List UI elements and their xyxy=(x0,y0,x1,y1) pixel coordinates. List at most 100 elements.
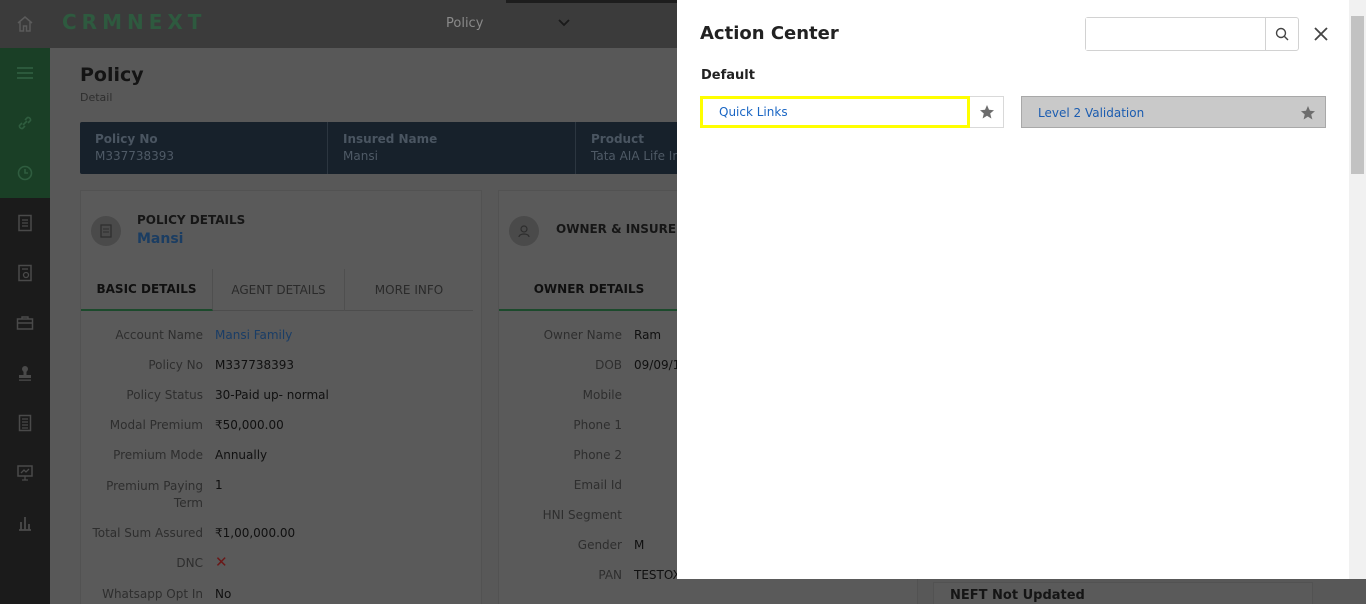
neft-status-text: NEFT Not Updated xyxy=(950,588,1085,603)
bar-chart-icon xyxy=(19,517,31,531)
field-value: TESTOX xyxy=(634,568,681,582)
summary-strip: Policy No M337738393 Insured Name Mansi … xyxy=(80,122,700,174)
close-icon: ✕ xyxy=(215,553,228,571)
field-label: Policy Status xyxy=(126,388,203,402)
home-button[interactable] xyxy=(0,0,50,48)
action-search xyxy=(1085,17,1299,51)
page-subtitle: Detail xyxy=(80,91,113,104)
level-2-validation-button[interactable]: Level 2 Validation xyxy=(1022,97,1144,129)
policy-card-tabs: BASIC DETAILS AGENT DETAILS MORE INFO xyxy=(81,269,473,311)
page-title: Policy xyxy=(80,64,144,86)
field-value: Annually xyxy=(215,448,268,462)
nav-records[interactable] xyxy=(0,398,50,448)
field-premium-mode: Premium Mode Annually xyxy=(81,448,267,462)
field-label: Phone 1 xyxy=(573,418,622,432)
field-value: M xyxy=(634,538,645,552)
section-label-default: Default xyxy=(701,68,755,83)
strip-label: Product xyxy=(591,132,644,146)
tab-basic-details[interactable]: BASIC DETAILS xyxy=(81,269,213,311)
field-value: ₹50,000.00 xyxy=(215,418,284,432)
strip-value: M337738393 xyxy=(95,149,175,163)
nav-cases[interactable] xyxy=(0,298,50,348)
field-dob: DOB 09/09/1 xyxy=(499,358,680,372)
favorite-level-2-validation[interactable] xyxy=(1291,97,1325,129)
policy-card-heading: POLICY DETAILS xyxy=(137,213,246,227)
field-account-name: Account Name Mansi Family xyxy=(81,328,292,342)
nav-menu[interactable] xyxy=(0,48,50,98)
field-modal-premium: Modal Premium ₹50,000.00 xyxy=(81,418,284,432)
field-value: Ram xyxy=(634,328,662,342)
nav-links[interactable] xyxy=(0,98,50,148)
field-value: 30-Paid up- normal xyxy=(215,388,329,402)
report-icon xyxy=(18,264,32,282)
field-value: 09/09/1 xyxy=(634,358,681,372)
document-icon xyxy=(18,214,32,232)
field-label: PAN xyxy=(598,568,622,582)
presentation-icon xyxy=(17,465,33,481)
field-dnc: DNC ✕ xyxy=(81,553,228,571)
stamp-icon xyxy=(19,366,31,381)
field-label: Policy No xyxy=(148,358,203,372)
action-item-level-2-validation: Level 2 Validation xyxy=(1021,96,1326,128)
field-total-sum-assured: Total Sum Assured ₹1,00,000.00 xyxy=(81,526,295,540)
search-button[interactable] xyxy=(1265,18,1298,50)
ledger-icon xyxy=(18,414,32,432)
field-label: Gender xyxy=(577,538,622,552)
document-icon xyxy=(100,224,112,238)
star-icon xyxy=(1301,106,1315,120)
star-icon xyxy=(979,105,994,119)
nav-presentations[interactable] xyxy=(0,448,50,498)
tab-agent-details[interactable]: AGENT DETAILS xyxy=(213,269,345,311)
quick-links-button[interactable]: Quick Links xyxy=(700,96,970,128)
field-owner-name: Owner Name Ram xyxy=(499,328,662,342)
search-icon xyxy=(1275,27,1289,41)
link-icon xyxy=(18,116,32,130)
field-pan: PAN TESTOX xyxy=(499,568,681,582)
tab-owner-details[interactable]: OWNER DETAILS xyxy=(499,269,679,311)
field-label: Total Sum Assured xyxy=(92,526,203,540)
policy-details-card: POLICY DETAILS Mansi BASIC DETAILS AGENT… xyxy=(80,190,482,604)
field-premium-paying-term: Premium Paying Term 1 xyxy=(81,478,223,512)
strip-policy-no: Policy No M337738393 xyxy=(80,122,328,174)
field-value[interactable]: Mansi Family xyxy=(215,328,292,342)
strip-value: Tata AIA Life In xyxy=(591,149,680,163)
field-label: Owner Name xyxy=(543,328,622,342)
field-value: ₹1,00,000.00 xyxy=(215,526,296,540)
briefcase-icon xyxy=(16,316,34,330)
nav-history[interactable] xyxy=(0,148,50,198)
field-phone-2: Phone 2 xyxy=(499,448,634,462)
action-center-drawer: Action Center Default Quick Links Level … xyxy=(677,0,1349,579)
close-button[interactable] xyxy=(1309,22,1333,46)
field-label: Premium Mode xyxy=(113,448,203,462)
field-label: Email Id xyxy=(573,478,622,492)
action-search-input[interactable] xyxy=(1086,18,1265,50)
policy-card-name[interactable]: Mansi xyxy=(137,231,183,247)
user-icon xyxy=(518,225,530,238)
field-label: DOB xyxy=(595,358,622,372)
field-label: Premium Paying Term xyxy=(106,479,203,510)
field-value: 1 xyxy=(215,478,223,492)
field-policy-status: Policy Status 30-Paid up- normal xyxy=(81,388,329,402)
history-icon xyxy=(17,165,33,181)
nav-approvals[interactable] xyxy=(0,348,50,398)
field-hni-segment: HNI Segment xyxy=(499,508,634,522)
strip-label: Insured Name xyxy=(343,132,438,146)
drawer-scrollbar[interactable] xyxy=(1349,0,1366,579)
scrollbar-thumb[interactable] xyxy=(1351,16,1364,174)
field-phone-1: Phone 1 xyxy=(499,418,634,432)
side-nav xyxy=(0,48,50,604)
neft-status-panel: NEFT Not Updated xyxy=(933,582,1313,604)
topbar-accent-line xyxy=(506,0,678,3)
nav-documents[interactable] xyxy=(0,198,50,248)
owner-card-icon xyxy=(509,216,539,246)
nav-reports[interactable] xyxy=(0,248,50,298)
owner-card-heading: OWNER & INSURED I xyxy=(556,222,695,236)
tab-more-info[interactable]: MORE INFO xyxy=(345,269,473,311)
field-mobile: Mobile xyxy=(499,388,634,402)
field-gender: Gender M xyxy=(499,538,645,552)
field-email-id: Email Id xyxy=(499,478,634,492)
module-select[interactable]: Policy xyxy=(436,6,582,40)
nav-analytics[interactable] xyxy=(0,498,50,548)
field-policy-no: Policy No M337738393 xyxy=(81,358,294,372)
favorite-quick-links[interactable] xyxy=(970,96,1004,128)
